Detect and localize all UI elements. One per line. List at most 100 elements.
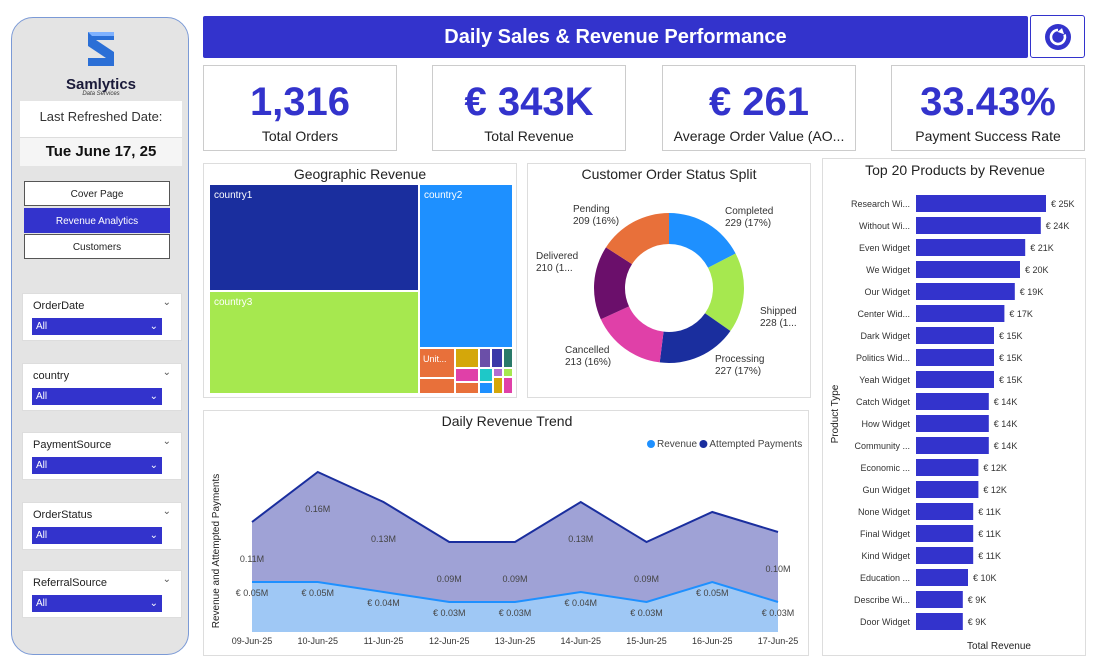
treemap-tile[interactable] [494,378,502,393]
geographic-revenue-panel: Geographic Revenue country1 country2 cou… [203,163,517,398]
treemap-tile[interactable] [456,349,478,367]
treemap-tile[interactable] [494,369,502,376]
nav-customers[interactable]: Customers [24,234,170,259]
bar-category-label: Education ... [860,573,910,583]
bar[interactable] [916,569,968,586]
page-title: Daily Sales & Revenue Performance [203,16,1028,58]
bar-category-label: Research Wi... [851,199,910,209]
data-label: € 0.05M [236,588,269,598]
filter-orderdate: OrderDate ⌄ All ⌄ [22,293,182,341]
bar[interactable] [916,393,989,410]
kpi-total-orders: 1,316 Total Orders [203,65,397,151]
legend-label[interactable]: Attempted Payments [709,439,802,450]
y-axis-label: Revenue and Attempted Payments [211,474,222,629]
bar-value-label: € 11K [978,551,1001,561]
refresh-button[interactable] [1030,15,1085,58]
bar[interactable] [916,195,1046,212]
filter-dropdown[interactable]: All ⌄ [32,388,162,405]
bar-value-label: € 25K [1051,199,1075,209]
bar-category-label: Gun Widget [862,485,910,495]
treemap-tile[interactable] [456,369,478,381]
bar[interactable] [916,503,974,520]
bar[interactable] [916,547,974,564]
bar[interactable] [916,525,974,542]
bar-value-label: € 21K [1030,243,1054,253]
filter-value: All [36,530,48,541]
bar-category-label: Economic ... [860,463,910,473]
data-label: € 0.05M [696,588,729,598]
filter-country: country ⌄ All ⌄ [22,363,182,411]
chevron-down-icon[interactable]: ⌄ [163,367,171,378]
donut-slice-value: 209 (16%) [573,216,619,227]
bar-value-label: € 12K [983,485,1007,495]
treemap-tile[interactable] [504,349,512,367]
filter-dropdown[interactable]: All ⌄ [32,457,162,474]
filter-dropdown[interactable]: All ⌄ [32,595,162,612]
legend-label[interactable]: Revenue [657,439,697,450]
bar-category-label: Center Wid... [857,309,910,319]
data-label: € 0.05M [301,588,334,598]
data-label: € 0.04M [367,598,400,608]
bar-value-label: € 24K [1046,221,1070,231]
nav-cover-page[interactable]: Cover Page [24,181,170,206]
bar-value-label: € 10K [973,573,997,583]
bar[interactable] [916,481,979,498]
treemap-tile[interactable] [420,379,454,393]
donut-slice-name: Cancelled [565,345,609,356]
filter-dropdown[interactable]: All ⌄ [32,527,162,544]
bar[interactable] [916,591,963,608]
donut-slice-value: 228 (1... [760,318,797,329]
filter-label: OrderDate [33,300,85,312]
filter-orderstatus: OrderStatus ⌄ All ⌄ [22,502,182,550]
top-products-panel: Top 20 Products by Revenue Product Type To… [822,158,1086,656]
treemap-tile[interactable] [492,349,502,367]
kpi-total-revenue: € 343K Total Revenue [432,65,626,151]
chevron-down-icon[interactable]: ⌄ [163,506,171,517]
chart-title: Daily Revenue Trend [442,413,573,429]
treemap-label: country1 [214,190,253,201]
chevron-down-icon: ⌄ [149,321,158,332]
bar[interactable] [916,371,994,388]
bar-value-label: € 11K [978,529,1001,539]
bar-value-label: € 11K [978,507,1001,517]
chevron-down-icon[interactable]: ⌄ [163,297,171,308]
bar[interactable] [916,349,994,366]
bar-chart: Top 20 Products by Revenue Product Type To… [830,162,1075,652]
bar-category-label: Even Widget [859,243,911,253]
chevron-down-icon: ⌄ [149,598,158,609]
data-label: € 0.03M [630,608,663,618]
bar[interactable] [916,305,1005,322]
bar[interactable] [916,283,1015,300]
bar[interactable] [916,261,1020,278]
data-label: € 0.03M [762,608,795,618]
order-status-panel: Customer Order Status Split Completed 229… [527,163,811,398]
bar-category-label: Describe Wi... [854,595,910,605]
treemap-tile[interactable] [504,378,512,393]
bar[interactable] [916,437,989,454]
bar[interactable] [916,415,989,432]
treemap-tile[interactable] [480,369,492,381]
treemap-tile[interactable] [420,185,512,347]
bar[interactable] [916,613,963,630]
treemap-tile[interactable] [504,369,512,376]
treemap-tile[interactable] [456,383,478,393]
chevron-down-icon[interactable]: ⌄ [163,574,171,585]
bar-category-label: Kind Widget [861,551,910,561]
bar[interactable] [916,217,1041,234]
treemap-tile[interactable] [480,349,490,367]
legend-marker [647,440,655,448]
logo-subtitle: Data Services [82,91,120,97]
filter-dropdown[interactable]: All ⌄ [32,318,162,335]
chevron-down-icon[interactable]: ⌄ [163,436,171,447]
chevron-down-icon: ⌄ [149,391,158,402]
bar[interactable] [916,239,1026,256]
treemap-tile[interactable] [480,383,492,393]
nav-revenue-analytics[interactable]: Revenue Analytics [24,208,170,233]
bar-value-label: € 9K [968,595,987,605]
bar[interactable] [916,327,994,344]
bar[interactable] [916,459,979,476]
filter-value: All [36,391,48,402]
filter-value: All [36,460,48,471]
bar-category-label: Without Wi... [859,221,910,231]
filter-referralsource: ReferralSource ⌄ All ⌄ [22,570,182,618]
